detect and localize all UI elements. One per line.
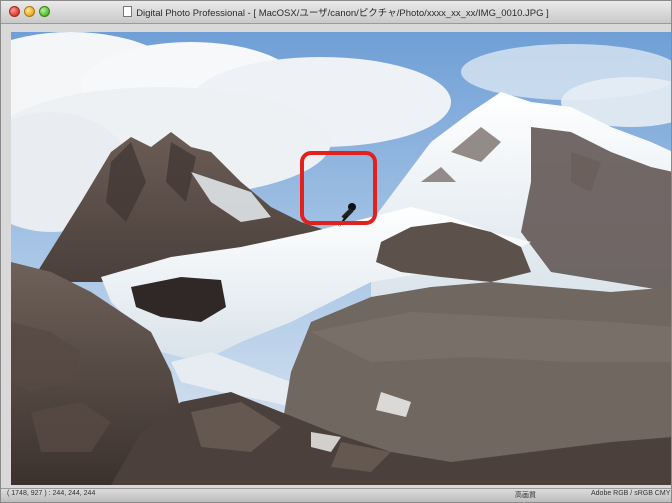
- pixel-readout: ( 1748, 927 ) : 244, 244, 244: [7, 490, 96, 497]
- document-icon: [123, 6, 133, 17]
- color-space-indicator: Adobe RGB / sRGB CMY: [591, 490, 671, 497]
- window-title-text: Digital Photo Professional - [ MacOSX/ユー…: [136, 8, 549, 19]
- image-viewer[interactable]: [11, 32, 672, 485]
- window-title: Digital Photo Professional - [ MacOSX/ユー…: [1, 5, 671, 19]
- photo-canvas[interactable]: [11, 32, 672, 485]
- app-window: Digital Photo Professional - [ MacOSX/ユー…: [0, 0, 672, 503]
- title-bar[interactable]: Digital Photo Professional - [ MacOSX/ユー…: [1, 1, 671, 24]
- status-bar: ( 1748, 927 ) : 244, 244, 244 高画質 Adobe …: [1, 488, 671, 502]
- quality-indicator: 高画質: [515, 492, 536, 499]
- highlight-box: [300, 151, 377, 225]
